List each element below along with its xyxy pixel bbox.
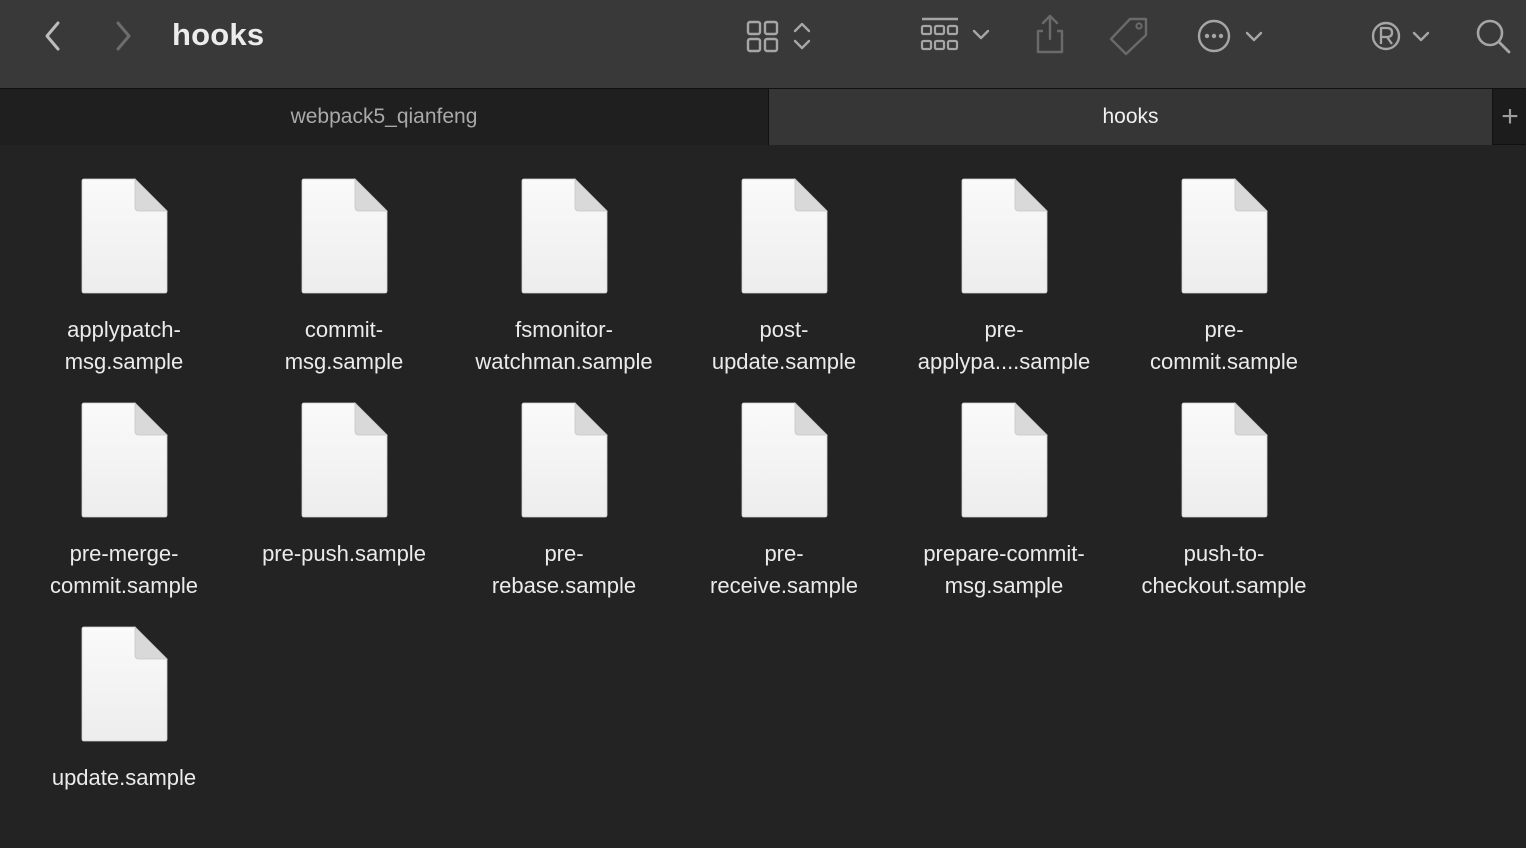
share-button[interactable] xyxy=(1030,12,1070,58)
plus-icon: + xyxy=(1501,100,1519,133)
action-menu-button[interactable] xyxy=(1192,14,1268,58)
file-name: push-to- checkout.sample xyxy=(1141,541,1307,598)
forward-button[interactable] xyxy=(106,18,140,54)
file-name: pre-push.sample xyxy=(262,541,426,566)
file-name: fsmonitor- watchman.sample xyxy=(475,317,653,374)
chevron-left-icon xyxy=(45,21,60,51)
file-item[interactable]: update.sample xyxy=(14,624,234,848)
file-name: pre- applypa....sample xyxy=(917,317,1091,374)
document-icon xyxy=(1181,178,1268,294)
more-actions-icon xyxy=(1197,19,1263,53)
search-icon xyxy=(1476,19,1511,54)
document-icon xyxy=(521,178,608,294)
tab-label: hooks xyxy=(1102,105,1159,128)
window-title: hooks xyxy=(172,17,265,52)
file-item[interactable]: pre- applypa....sample xyxy=(894,176,1114,400)
file-name: pre- receive.sample xyxy=(710,541,858,598)
document-icon xyxy=(81,402,168,518)
tab-bar: webpack5_qianfeng hooks + xyxy=(0,88,1526,145)
file-item[interactable]: pre- commit.sample xyxy=(1114,176,1334,400)
file-grid: applypatch- msg.sample commit- msg.sampl… xyxy=(14,176,1334,848)
document-icon xyxy=(741,178,828,294)
file-name: prepare-commit- msg.sample xyxy=(923,541,1085,598)
file-item[interactable]: fsmonitor- watchman.sample xyxy=(454,176,674,400)
tag-button[interactable] xyxy=(1106,14,1152,58)
file-name: pre- rebase.sample xyxy=(491,541,637,598)
tab-webpack5-qianfeng[interactable]: webpack5_qianfeng xyxy=(0,89,768,145)
back-button[interactable] xyxy=(36,18,70,54)
tag-icon xyxy=(1109,17,1148,56)
group-by-icon xyxy=(920,17,990,51)
document-icon xyxy=(961,178,1048,294)
document-icon xyxy=(81,178,168,294)
share-icon xyxy=(1036,14,1064,54)
file-item[interactable]: pre-merge- commit.sample xyxy=(14,400,234,624)
registered-extension-icon xyxy=(1371,21,1430,51)
file-item[interactable]: pre- receive.sample xyxy=(674,400,894,624)
file-name: update.sample xyxy=(51,765,197,790)
file-item[interactable]: applypatch- msg.sample xyxy=(14,176,234,400)
tab-label: webpack5_qianfeng xyxy=(290,105,478,128)
document-icon xyxy=(521,402,608,518)
new-tab-button[interactable]: + xyxy=(1494,89,1526,145)
file-name: post- update.sample xyxy=(711,317,857,374)
search-button[interactable] xyxy=(1472,14,1514,58)
file-item[interactable]: post- update.sample xyxy=(674,176,894,400)
chevron-right-icon xyxy=(116,21,131,51)
file-item[interactable]: prepare-commit- msg.sample xyxy=(894,400,1114,624)
toolbar: hooks xyxy=(0,0,1526,88)
file-name: pre-merge- commit.sample xyxy=(50,541,198,598)
icon-grid-view-icon xyxy=(746,20,811,53)
extension-button[interactable] xyxy=(1366,14,1436,58)
document-icon xyxy=(741,402,828,518)
file-name: pre- commit.sample xyxy=(1150,317,1298,374)
group-button[interactable] xyxy=(916,14,996,58)
document-icon xyxy=(961,402,1048,518)
file-item[interactable]: push-to- checkout.sample xyxy=(1114,400,1334,624)
document-icon xyxy=(1181,402,1268,518)
file-item[interactable]: pre- rebase.sample xyxy=(454,400,674,624)
file-item[interactable]: pre-push.sample xyxy=(234,400,454,624)
file-item[interactable]: commit- msg.sample xyxy=(234,176,454,400)
tab-hooks[interactable]: hooks xyxy=(768,89,1493,145)
file-name: commit- msg.sample xyxy=(284,317,404,374)
view-mode-button[interactable] xyxy=(742,16,818,56)
file-name: applypatch- msg.sample xyxy=(64,317,184,374)
document-icon xyxy=(81,626,168,742)
document-icon xyxy=(301,402,388,518)
document-icon xyxy=(301,178,388,294)
